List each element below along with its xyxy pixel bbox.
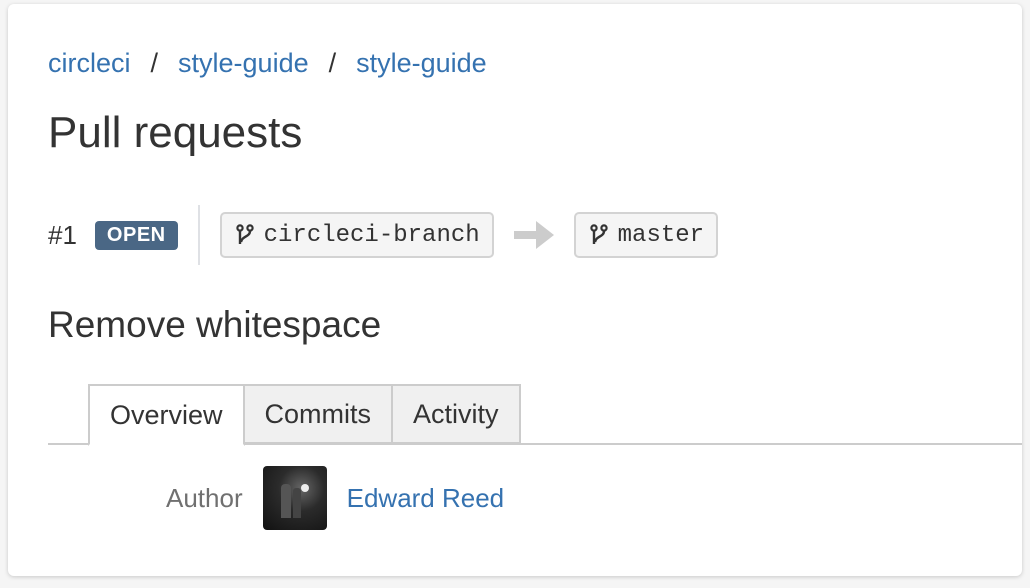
tab-overview[interactable]: Overview bbox=[88, 384, 245, 446]
tab-activity[interactable]: Activity bbox=[391, 384, 521, 444]
breadcrumb-item-owner[interactable]: circleci bbox=[48, 48, 131, 78]
breadcrumb-item-project[interactable]: style-guide bbox=[178, 48, 309, 78]
target-branch-name: master bbox=[617, 221, 705, 249]
pr-title: Remove whitespace bbox=[48, 304, 382, 345]
arrow-right-icon bbox=[513, 221, 554, 249]
page-title: Pull requests bbox=[48, 108, 303, 157]
avatar[interactable] bbox=[262, 466, 327, 530]
status-badge: OPEN bbox=[94, 220, 178, 250]
divider bbox=[197, 205, 200, 265]
target-branch-lozenge[interactable]: master bbox=[573, 212, 719, 258]
tab-bar: Overview Commits Activity bbox=[88, 384, 521, 446]
breadcrumb-separator: / bbox=[328, 48, 337, 78]
author-row: Author Edward Reed bbox=[166, 466, 504, 530]
branch-icon bbox=[589, 224, 608, 244]
breadcrumb-separator: / bbox=[150, 48, 159, 78]
pr-number: #1 bbox=[48, 219, 77, 250]
breadcrumb: circleci / style-guide / style-guide bbox=[48, 48, 487, 79]
source-branch-lozenge[interactable]: circleci-branch bbox=[219, 212, 494, 258]
breadcrumb-item-repository[interactable]: style-guide bbox=[356, 48, 487, 78]
author-name-link[interactable]: Edward Reed bbox=[347, 483, 505, 514]
pr-meta-row: #1 OPEN circleci-branch master bbox=[48, 204, 719, 266]
author-label: Author bbox=[166, 482, 243, 513]
source-branch-name: circleci-branch bbox=[263, 221, 480, 249]
pull-request-card: circleci / style-guide / style-guide Pull re… bbox=[8, 4, 1022, 576]
tab-commits[interactable]: Commits bbox=[242, 384, 394, 444]
branch-icon bbox=[235, 224, 254, 244]
